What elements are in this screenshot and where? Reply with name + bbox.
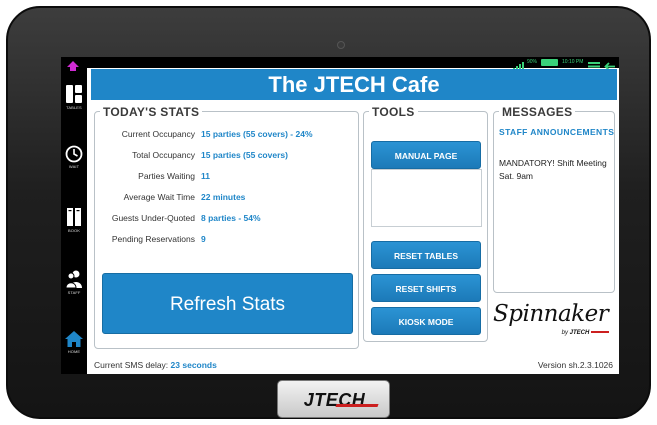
spinnaker-logo: Spinnaker by JTECH [493,301,617,351]
stat-label: Current Occupancy [121,129,195,139]
stat-label: Total Occupancy [132,150,195,160]
hardware-home-button[interactable]: JTECH [277,380,390,418]
refresh-stats-button[interactable]: Refresh Stats [102,273,353,334]
tools-title: TOOLS [369,105,418,119]
messages-title: MESSAGES [499,105,576,119]
stat-label: Parties Waiting [138,171,195,181]
sms-delay-label: Current SMS delay: [94,360,169,370]
tables-icon [61,84,87,104]
sidebar-item-label: TABLES [66,105,82,110]
stat-value: 11 [201,171,210,181]
stat-row: Parties Waiting 11 [95,171,345,185]
sidebar-item-label: BOOK [68,228,80,233]
reset-shifts-button[interactable]: RESET SHIFTS [371,274,481,302]
stat-row: Pending Reservations 9 [95,234,345,248]
stats-panel: TODAY'S STATS Current Occupancy 15 parti… [94,105,359,349]
clock-icon [61,145,87,163]
arrow-up-icon[interactable] [67,58,79,76]
stats-title: TODAY'S STATS [100,105,203,119]
spinnaker-byline: by JTECH [562,330,609,336]
stat-value: 9 [201,234,206,244]
byline-by: by [561,330,568,336]
stat-value: 15 parties (55 covers) [201,150,288,160]
stat-value: 8 parties - 54% [201,213,261,223]
kiosk-mode-button[interactable]: KIOSK MODE [371,307,481,335]
stat-row: Total Occupancy 15 parties (55 covers) [95,150,345,164]
bezel-logo-text: JTECH [303,390,366,410]
status-time: 10:10 PM [562,59,584,65]
page-title: The JTECH Cafe [91,69,617,100]
tablet-bezel: TABLES WAIT BOOK STAFF HOME 90% 10:10 PM… [6,6,651,419]
messages-panel: MESSAGES STAFF ANNOUNCEMENTS MANDATORY! … [493,105,615,293]
sidebar-item-book[interactable]: BOOK [61,207,87,245]
staff-icon [61,269,87,289]
stat-row: Current Occupancy 15 parties (55 covers)… [95,129,345,143]
status-bar: 90% 10:10 PM [87,57,619,71]
spinnaker-wordmark: Spinnaker [493,301,609,327]
stat-label: Pending Reservations [111,234,195,244]
sidebar-item-tables[interactable]: TABLES [61,84,87,122]
stat-row: Average Wait Time 22 minutes [95,192,345,206]
battery-percent: 90% [527,59,538,65]
tools-empty-area [371,169,482,227]
sidebar-item-label: HOME [67,349,81,354]
sidebar-item-wait[interactable]: WAIT [61,145,87,183]
announcement-heading: STAFF ANNOUNCEMENTS [499,127,615,137]
sidebar: TABLES WAIT BOOK STAFF HOME [61,57,87,374]
sidebar-item-label: WAIT [68,164,80,169]
app-screen: TABLES WAIT BOOK STAFF HOME 90% 10:10 PM… [61,57,619,374]
sidebar-item-home[interactable]: HOME [61,330,87,368]
sidebar-item-label: STAFF [67,290,81,295]
sms-delay-value: 23 seconds [170,360,217,370]
bezel-logo-swoosh [335,404,379,407]
bezel-jtech-logo: JTECH [278,381,391,419]
battery-icon [541,59,558,66]
camera-lens [337,41,345,49]
version-label: Version sh.2.3.1026 [537,360,613,370]
book-icon [61,207,87,227]
announcement-body: MANDATORY! Shift Meeting Sat. 9am [499,158,607,181]
stat-value: 15 parties (55 covers) - 24% [201,129,313,139]
home-icon [61,330,87,348]
tools-panel: TOOLS MANUAL PAGE RESET TABLES RESET SHI… [363,105,488,342]
stat-label: Guests Under-Quoted [111,213,195,223]
logo-swoosh [591,331,609,334]
stat-label: Average Wait Time [123,192,195,202]
stat-value: 22 minutes [201,192,246,202]
stat-row: Guests Under-Quoted 8 parties - 54% [95,213,345,227]
byline-jtech: JTECH [569,330,590,336]
sms-delay: Current SMS delay: 23 seconds [94,360,217,370]
manual-page-button[interactable]: MANUAL PAGE [371,141,481,169]
reset-tables-button[interactable]: RESET TABLES [371,241,481,269]
sidebar-item-staff[interactable]: STAFF [61,269,87,307]
